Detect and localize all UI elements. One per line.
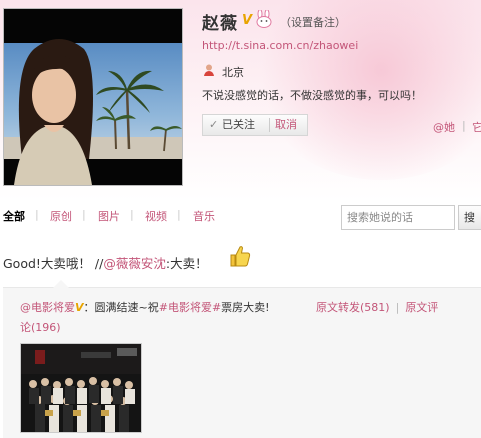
original-comment-link-continued[interactable]: 论(196) [20, 319, 61, 335]
original-text-part2: 票房大卖! [221, 301, 270, 314]
reposted-original: @电影将爱V：圆满结速~祝#电影将爱#票房大卖! 原文转发(581) | 原文评 论… [3, 280, 481, 438]
thumbs-up-icon [228, 244, 252, 271]
post-mention-link[interactable]: @薇薇安沈 [103, 256, 166, 271]
profile-bio: 不说没感觉的话，不做没感觉的事，可以吗！ [202, 89, 422, 102]
verified-badge-icon: V [242, 13, 253, 28]
divider: | [395, 301, 400, 314]
topic-tag-link[interactable]: #电影将爱# [159, 301, 221, 314]
tab-music[interactable]: 音乐 [193, 208, 215, 224]
divider: | [35, 208, 39, 221]
profile-avatar[interactable] [3, 8, 183, 186]
post-text-suffix: :大卖！ [165, 256, 208, 271]
verified-badge-icon: V [75, 301, 84, 314]
divider: | [177, 208, 181, 221]
tab-all[interactable]: 全部 [3, 208, 25, 224]
tab-pictures[interactable]: 图片 [98, 208, 120, 224]
original-text-part1: ：圆满结速~祝 [83, 301, 159, 314]
original-post-photo[interactable] [20, 343, 142, 433]
checkmark-icon: ✓ [209, 118, 219, 131]
profile-url-link[interactable]: http://t.sina.com.cn/zhaowei [202, 39, 358, 52]
post-text: Good!大卖哦！ //@薇薇安沈:大卖！ [3, 253, 208, 272]
profile-location: 北京 [222, 66, 244, 79]
original-author-link[interactable]: @电影将爱 [20, 301, 75, 314]
search-input[interactable] [341, 205, 455, 230]
mention-her-link[interactable]: @她 [433, 119, 455, 135]
caret [53, 280, 69, 288]
unfollow-button[interactable]: 取消 [275, 115, 297, 135]
post-text-prefix: Good!大卖哦！ [3, 256, 91, 271]
original-actions: 原文转发(581) | 原文评 [316, 299, 438, 315]
original-post-text: @电影将爱V：圆满结速~祝#电影将爱#票房大卖! [20, 299, 270, 315]
follow-status-button: ✓ 已关注 取消 [202, 114, 308, 136]
tab-videos[interactable]: 视频 [145, 208, 167, 224]
profile-name: 赵薇 [202, 14, 238, 34]
tab-original[interactable]: 原创 [50, 208, 72, 224]
divider: | [130, 208, 134, 221]
divider [269, 118, 270, 132]
search-button[interactable]: 搜 [458, 205, 481, 230]
more-link[interactable]: 它 [472, 119, 481, 135]
original-repost-link[interactable]: 原文转发(581) [316, 301, 390, 314]
original-comment-link[interactable]: 原文评 [405, 301, 438, 314]
follow-status-label: 已关注 [222, 118, 255, 131]
bunny-icon [254, 9, 274, 31]
divider: | [462, 119, 466, 132]
set-remark-link[interactable]: （设置备注） [280, 14, 346, 30]
divider: | [82, 208, 86, 221]
location-person-icon [202, 63, 216, 80]
